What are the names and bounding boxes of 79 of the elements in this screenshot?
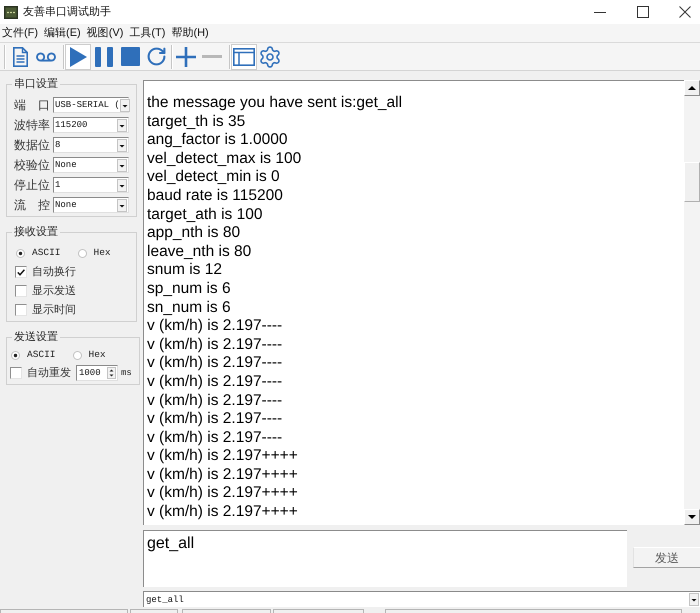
menu-item[interactable]: 工具(T) bbox=[127, 25, 168, 41]
radio-label: ASCII bbox=[27, 348, 56, 362]
log-line: v (km/h) is 2.197---- bbox=[147, 317, 282, 336]
log-line: app_nth is 80 bbox=[147, 224, 240, 243]
send-button[interactable]: 发送 bbox=[633, 547, 700, 568]
group-title: 发送设置 bbox=[13, 330, 59, 344]
scroll-up-button[interactable] bbox=[684, 80, 700, 96]
window-title: 友善串口调试助手 bbox=[23, 5, 111, 19]
spin-arrows-icon bbox=[107, 367, 116, 379]
field-label: 校验位 bbox=[14, 157, 50, 173]
up-arrow-icon bbox=[688, 86, 696, 90]
status-bar-pane bbox=[130, 609, 178, 613]
radio-button[interactable] bbox=[11, 350, 20, 360]
toolbar-button[interactable] bbox=[65, 44, 91, 70]
log-line: snum is 12 bbox=[147, 261, 222, 280]
dropdown-field[interactable]: 115200 bbox=[53, 117, 129, 133]
log-line: vel_detect_max is 100 bbox=[147, 150, 302, 168]
log-line: target_th is 35 bbox=[147, 112, 246, 132]
field-label: 波特率 bbox=[14, 117, 50, 133]
toolbar-button[interactable] bbox=[231, 44, 257, 70]
field-label: 端 口 bbox=[14, 97, 50, 113]
checkbox-label: 显示时间 bbox=[32, 303, 76, 318]
log-line: vel_detect_min is 0 bbox=[147, 168, 280, 187]
checkbox[interactable] bbox=[10, 367, 22, 379]
radio-button[interactable] bbox=[78, 248, 87, 258]
log-line: v (km/h) is 2.197++++ bbox=[147, 484, 298, 504]
radio-label: Hex bbox=[88, 348, 106, 362]
log-line: v (km/h) is 2.197---- bbox=[147, 336, 282, 354]
maximize-icon bbox=[636, 6, 648, 18]
app-icon bbox=[4, 6, 18, 18]
menu-item[interactable]: 帮助(H) bbox=[169, 25, 211, 41]
menu-item[interactable]: 视图(V) bbox=[84, 25, 126, 41]
close-icon bbox=[679, 6, 691, 18]
radio-button[interactable] bbox=[16, 248, 25, 258]
log-line: leave_nth is 80 bbox=[147, 242, 252, 262]
field-label: 数据位 bbox=[14, 137, 50, 153]
dropdown-field[interactable]: None bbox=[53, 197, 129, 213]
checkbox[interactable] bbox=[15, 285, 27, 297]
group-title: 串口设置 bbox=[13, 77, 59, 91]
field-label: 流 控 bbox=[14, 197, 50, 213]
log-line: the message you have sent is:get_all bbox=[147, 94, 402, 113]
checkbox[interactable] bbox=[15, 304, 27, 316]
dropdown-field[interactable]: USB-SERIAL ( bbox=[53, 97, 129, 113]
checkbox-label: 显示发送 bbox=[32, 284, 76, 299]
dropdown-field[interactable]: 1 bbox=[53, 177, 129, 193]
scroll-down-button[interactable] bbox=[684, 509, 700, 525]
unit-label: ms bbox=[121, 367, 132, 380]
down-arrow-icon bbox=[688, 515, 696, 519]
history-dropdown-field[interactable]: get_all bbox=[143, 591, 700, 607]
log-line: v (km/h) is 2.197---- bbox=[147, 372, 282, 392]
group-title: 接收设置 bbox=[13, 225, 59, 239]
log-line: ang_factor is 1.0000 bbox=[147, 131, 288, 150]
log-line: baud rate is 115200 bbox=[147, 186, 283, 206]
menu-item[interactable]: 编辑(E) bbox=[42, 25, 83, 41]
interval-spin-field[interactable]: 1000 bbox=[76, 365, 118, 381]
log-line: sp_num is 6 bbox=[147, 280, 231, 299]
radio-button[interactable] bbox=[72, 350, 82, 360]
dropdown-field[interactable]: None bbox=[53, 157, 129, 173]
menu-item[interactable]: 文件(F) bbox=[0, 25, 40, 41]
radio-label: ASCII bbox=[32, 246, 61, 260]
log-line: v (km/h) is 2.197++++ bbox=[147, 503, 298, 522]
radio-label: Hex bbox=[94, 246, 111, 260]
log-line: v (km/h) is 2.197---- bbox=[147, 428, 282, 448]
log-line: sn_num is 6 bbox=[147, 298, 231, 318]
checkbox[interactable] bbox=[15, 266, 27, 278]
checkbox-label: 自动换行 bbox=[32, 265, 76, 280]
log-line: v (km/h) is 2.197---- bbox=[147, 392, 282, 410]
receive-text-area[interactable] bbox=[143, 80, 684, 525]
log-line: v (km/h) is 2.197---- bbox=[147, 354, 282, 373]
check-icon bbox=[17, 268, 25, 276]
checkbox-label: 自动重发 bbox=[27, 366, 71, 381]
dropdown-field[interactable]: 8 bbox=[53, 137, 129, 153]
scrollbar-thumb[interactable] bbox=[684, 162, 700, 202]
log-line: target_ath is 100 bbox=[147, 206, 262, 224]
log-line: v (km/h) is 2.197---- bbox=[147, 410, 282, 429]
log-line: v (km/h) is 2.197++++ bbox=[147, 466, 298, 484]
log-line: v (km/h) is 2.197++++ bbox=[147, 447, 298, 466]
send-input-field[interactable]: get_all bbox=[143, 530, 627, 587]
field-label: 停止位 bbox=[14, 177, 50, 193]
